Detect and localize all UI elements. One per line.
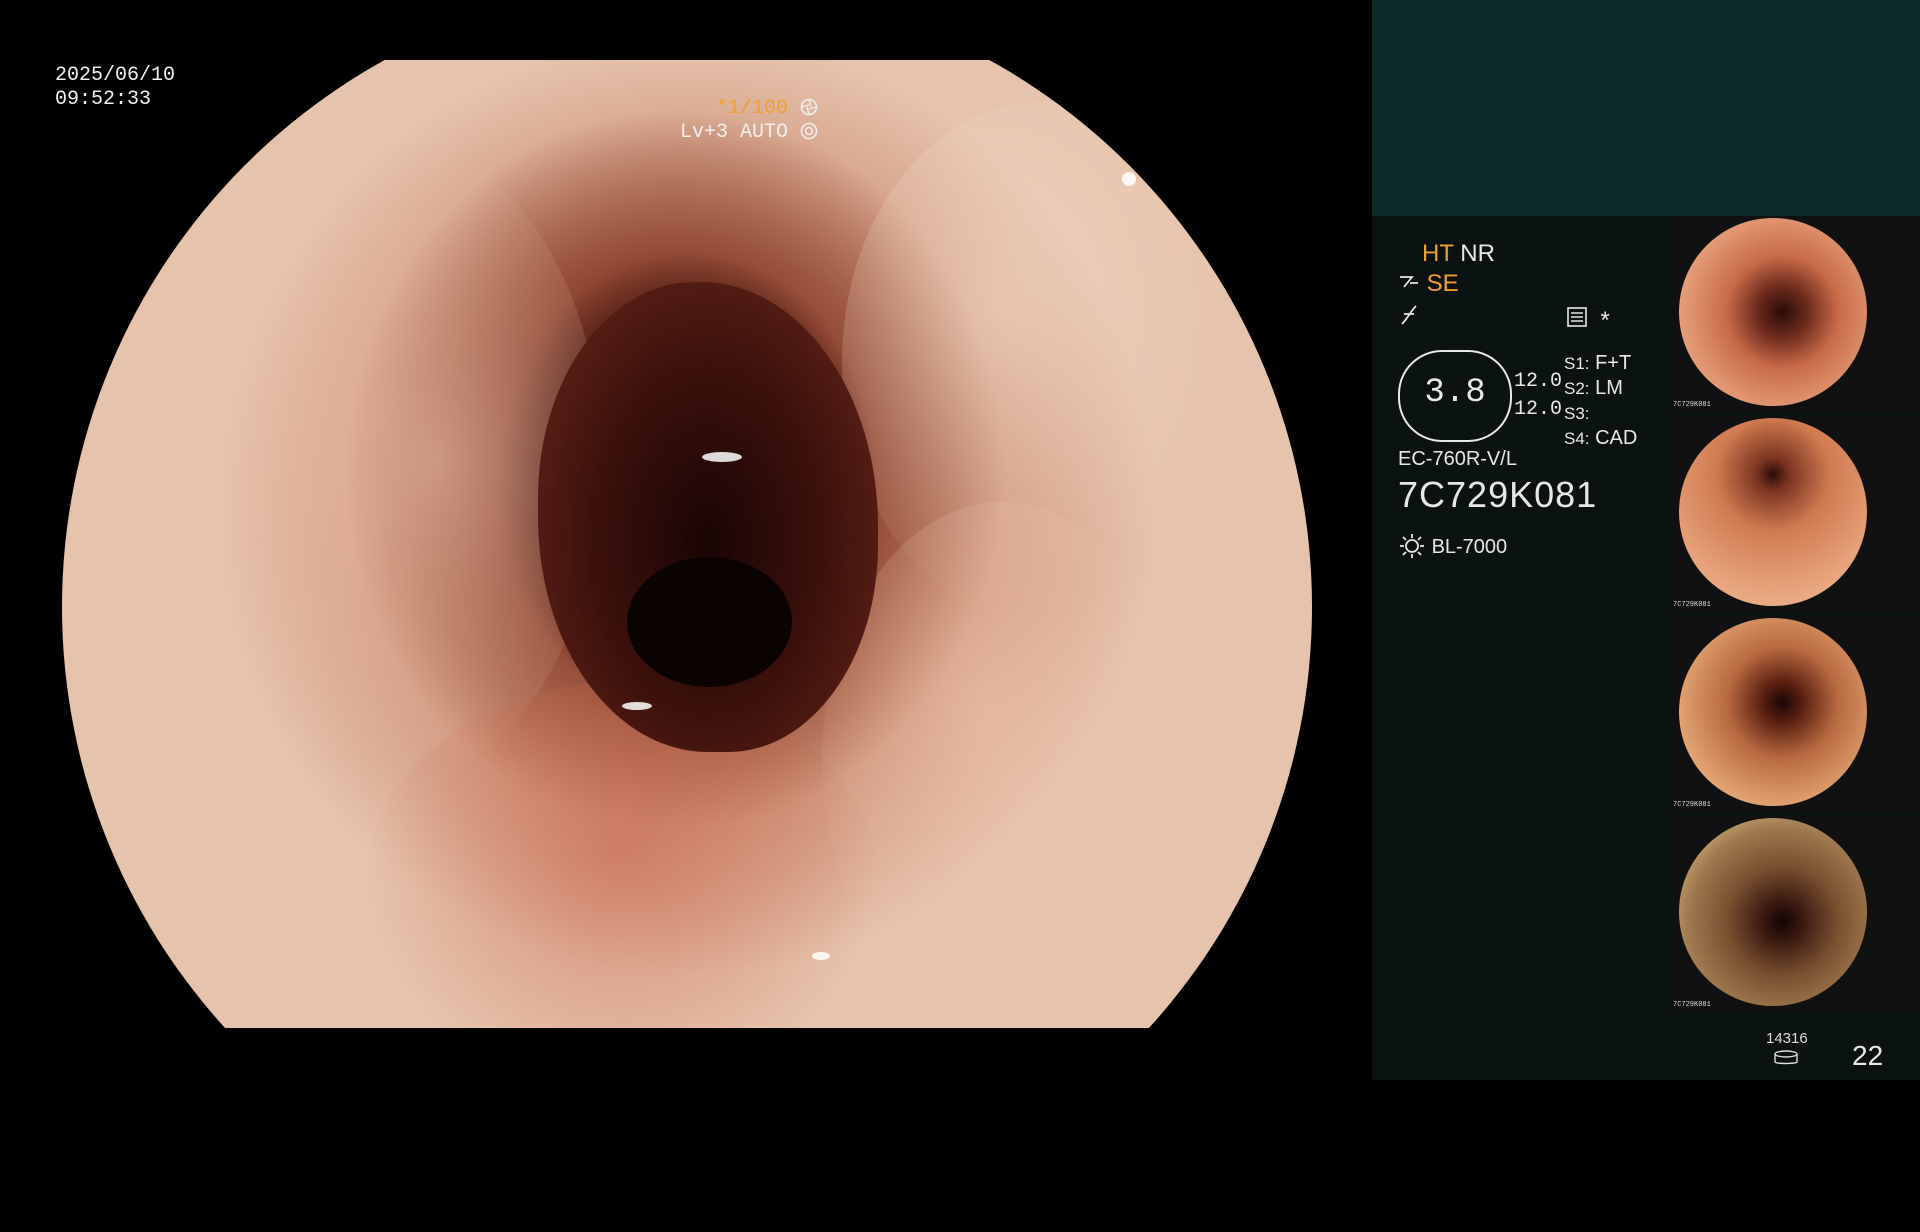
ht-indicator: HT bbox=[1422, 240, 1454, 267]
time-text: 09:52:33 bbox=[55, 88, 152, 111]
mode-indicators: HT NR bbox=[1422, 240, 1495, 268]
s4-label: S4: bbox=[1564, 429, 1590, 448]
specular-highlight bbox=[812, 952, 830, 960]
s3-label: S3: bbox=[1564, 404, 1590, 423]
scope-diameter-badge: 3.8 bbox=[1398, 350, 1512, 442]
s4-value: CAD bbox=[1595, 427, 1638, 449]
light-source-row: BL-7000 bbox=[1398, 532, 1507, 560]
s3-row: S3: bbox=[1564, 402, 1590, 425]
nr-indicator: NR bbox=[1460, 240, 1495, 267]
shutter-speed: *1/100 bbox=[715, 97, 788, 120]
document-icon bbox=[1567, 307, 1587, 327]
s1-row: S1: F+T bbox=[1564, 352, 1631, 375]
memo-row: * bbox=[1566, 306, 1610, 335]
panel-header bbox=[1372, 0, 1920, 216]
thumbnail[interactable]: 7C729K081 bbox=[1669, 416, 1920, 612]
freeze-icon bbox=[1401, 305, 1417, 325]
exposure-display: *1/100 Lv+3 AUTO bbox=[680, 97, 818, 145]
thumbnail-image bbox=[1679, 818, 1867, 1006]
s4-row: S4: CAD bbox=[1564, 427, 1637, 450]
s1-value: F+T bbox=[1595, 352, 1632, 374]
thumbnail-label: 7C729K081 bbox=[1673, 801, 1711, 809]
lumen-deep bbox=[627, 557, 792, 687]
scope-serial: 7C729K081 bbox=[1398, 474, 1598, 515]
thumbnail[interactable]: 7C729K081 bbox=[1669, 216, 1920, 412]
page-number: 22 bbox=[1852, 1040, 1884, 1071]
structure-enhance-icon bbox=[1400, 276, 1418, 288]
endoscope-live-view: 2025/06/10 09:52:33 *1/100 Lv+3 AUTO bbox=[0, 0, 1372, 1080]
s1-label: S1: bbox=[1564, 354, 1590, 373]
datetime-display: 2025/06/10 09:52:33 bbox=[55, 64, 175, 112]
mucosal-fold bbox=[182, 142, 602, 782]
image-count: 14316 bbox=[1766, 1030, 1808, 1047]
s2-value: LM bbox=[1595, 377, 1623, 399]
specular-highlight bbox=[702, 452, 742, 462]
thumbnail-label: 7C729K081 bbox=[1673, 401, 1711, 409]
light-source-label: BL-7000 bbox=[1431, 536, 1508, 558]
light-source-icon bbox=[1400, 534, 1424, 558]
se-indicator: SE bbox=[1426, 270, 1459, 297]
aperture-icon bbox=[800, 98, 818, 116]
endoscopic-image bbox=[62, 60, 1312, 1028]
thumbnail-image bbox=[1679, 618, 1867, 806]
thumbnail[interactable]: 7C729K081 bbox=[1669, 616, 1920, 812]
thumbnail-label: 7C729K081 bbox=[1673, 1001, 1711, 1009]
specular-highlight bbox=[1122, 172, 1136, 186]
scope-model: EC-760R-V/L bbox=[1398, 448, 1517, 470]
asterisk-indicator: * bbox=[1600, 307, 1610, 334]
mucosal-fold bbox=[822, 502, 1182, 1022]
channel-2: 12.0 bbox=[1514, 398, 1563, 421]
storage-icon bbox=[1774, 1050, 1798, 1065]
channel-1: 12.0 bbox=[1514, 370, 1563, 393]
info-panel: HT NR SE * 3.8 12.0 12.0 S1: F+T S2: LM … bbox=[1372, 0, 1920, 1080]
thumbnail[interactable]: 7C729K081 bbox=[1669, 816, 1920, 1012]
thumbnail-image bbox=[1679, 218, 1867, 406]
s2-row: S2: LM bbox=[1564, 377, 1623, 400]
thumbnail-image bbox=[1679, 418, 1867, 606]
freeze-row bbox=[1398, 304, 1420, 331]
se-row: SE bbox=[1398, 270, 1459, 298]
scope-diameter-value: 3.8 bbox=[1424, 374, 1486, 412]
date-text: 2025/06/10 bbox=[55, 64, 176, 87]
s2-label: S2: bbox=[1564, 379, 1590, 398]
specular-highlight bbox=[622, 702, 652, 710]
light-level: Lv+3 AUTO bbox=[679, 121, 788, 144]
thumbnail-label: 7C729K081 bbox=[1673, 601, 1711, 609]
mucosal-fold bbox=[362, 682, 882, 1028]
auto-exposure-icon bbox=[800, 122, 818, 140]
